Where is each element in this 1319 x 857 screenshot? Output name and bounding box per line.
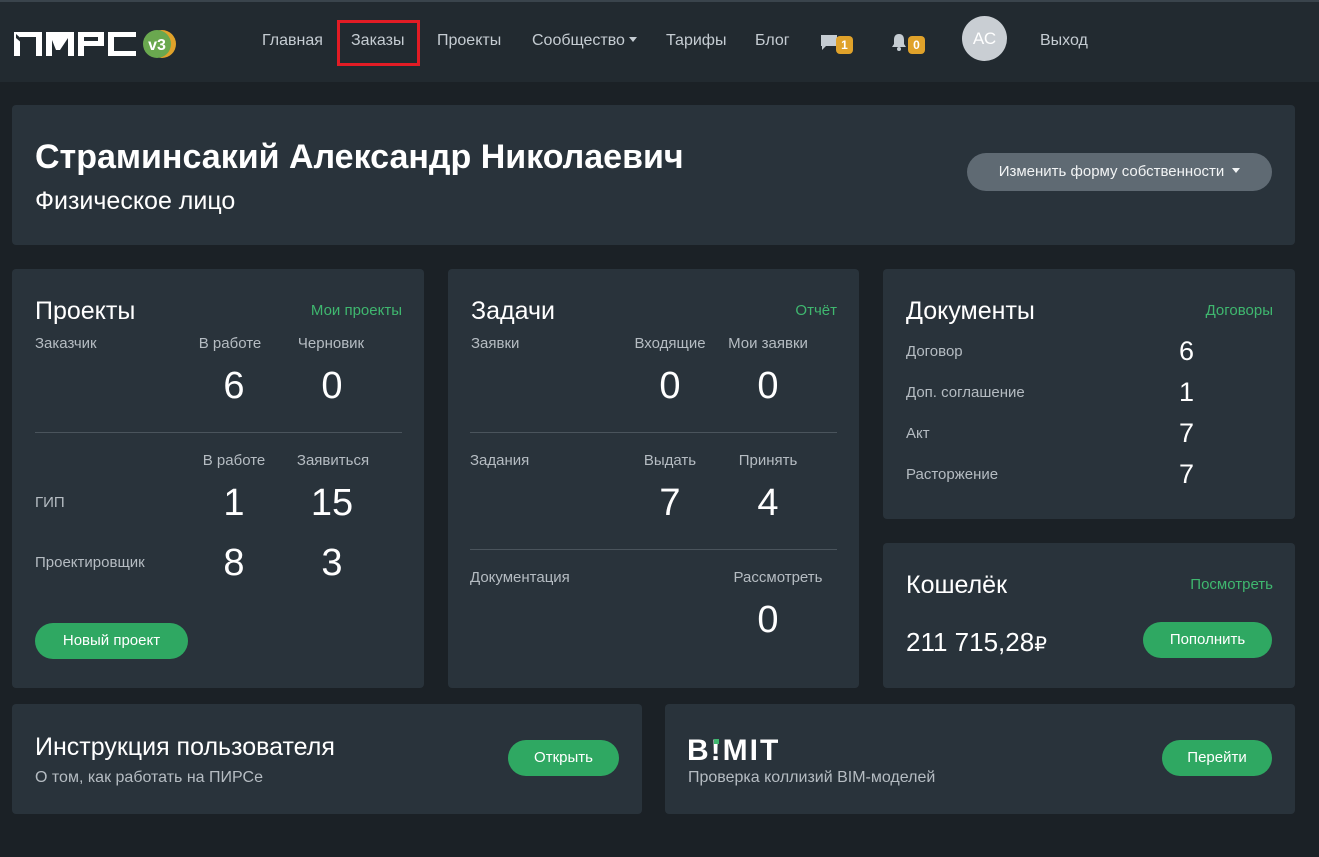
accept-count[interactable]: 4 bbox=[757, 482, 778, 525]
doc-termination-label: Расторжение bbox=[906, 466, 999, 483]
col-issue-label: Выдать bbox=[643, 452, 697, 469]
chevron-down-icon bbox=[628, 36, 637, 42]
report-link[interactable]: Отчёт bbox=[795, 302, 837, 319]
doc-act-count[interactable]: 7 bbox=[1179, 418, 1194, 449]
wallet-amount-value: 211 715,28 bbox=[906, 627, 1035, 657]
customer-label: Заказчик bbox=[35, 335, 97, 352]
bimit-logo: B!MIT bbox=[687, 735, 780, 763]
documentation-label: Документация bbox=[470, 569, 570, 586]
col-in-work-label: В работе bbox=[198, 335, 262, 352]
bimit-card: B!MIT Проверка коллизий BIM-моделей Пере… bbox=[665, 704, 1295, 814]
wallet-title: Кошелёк bbox=[906, 571, 1008, 599]
divider bbox=[470, 432, 837, 433]
gip-label: ГИП bbox=[35, 494, 65, 511]
tasks-card: Задачи Отчёт Заявки Входящие Мои заявки … bbox=[448, 269, 859, 688]
doc-act-label: Акт bbox=[906, 425, 930, 442]
bimit-go-button[interactable]: Перейти bbox=[1162, 740, 1272, 776]
divider bbox=[470, 549, 837, 550]
instruction-card: Инструкция пользователя О том, как работ… bbox=[12, 704, 642, 814]
col-accept-label: Принять bbox=[738, 452, 798, 469]
review-count[interactable]: 0 bbox=[757, 599, 778, 642]
nav-logout[interactable]: Выход bbox=[1040, 32, 1088, 50]
designer-apply-count[interactable]: 3 bbox=[321, 542, 342, 585]
instruction-subtitle: О том, как работать на ПИРСе bbox=[35, 769, 263, 786]
gip-in-work-count[interactable]: 1 bbox=[223, 482, 244, 525]
bimit-logo-text: B!MIT bbox=[687, 735, 780, 763]
ruble-sign: ₽ bbox=[1034, 634, 1047, 656]
wallet-view-link[interactable]: Посмотреть bbox=[1190, 576, 1273, 593]
customer-in-work-count[interactable]: 6 bbox=[223, 365, 244, 408]
change-ownership-button[interactable]: Изменить форму собственности bbox=[967, 153, 1272, 191]
assignments-label: Задания bbox=[470, 452, 530, 469]
doc-termination-count[interactable]: 7 bbox=[1179, 459, 1194, 490]
documents-title: Документы bbox=[906, 297, 1035, 325]
my-projects-link[interactable]: Мои проекты bbox=[311, 302, 402, 319]
contracts-link[interactable]: Договоры bbox=[1206, 302, 1273, 319]
nav-community-dropdown[interactable]: Сообщество bbox=[532, 32, 637, 50]
issue-count[interactable]: 7 bbox=[659, 482, 680, 525]
col-my-requests-label: Мои заявки bbox=[728, 335, 808, 352]
bimit-subtitle: Проверка коллизий BIM-моделей bbox=[688, 769, 936, 786]
messages-badge: 1 bbox=[836, 36, 853, 54]
designer-in-work-count[interactable]: 8 bbox=[223, 542, 244, 585]
col-in-work-label-2: В работе bbox=[202, 452, 266, 469]
designer-label: Проектировщик bbox=[35, 554, 145, 571]
doc-supplement-count[interactable]: 1 bbox=[1179, 377, 1194, 408]
documents-card: Документы Договоры Договор 6 Доп. соглаш… bbox=[883, 269, 1295, 519]
wallet-balance: 211 715,28₽ bbox=[906, 627, 1047, 658]
user-full-name: Страминсакий Александр Николаевич bbox=[35, 138, 684, 176]
nav-home[interactable]: Главная bbox=[262, 32, 323, 50]
new-project-button[interactable]: Новый проект bbox=[35, 623, 188, 659]
chevron-down-icon bbox=[1232, 168, 1241, 174]
doc-contract-label: Договор bbox=[906, 343, 963, 360]
gip-apply-count[interactable]: 15 bbox=[311, 482, 353, 525]
nav-community-label: Сообщество bbox=[532, 32, 625, 49]
doc-contract-count[interactable]: 6 bbox=[1179, 336, 1194, 367]
customer-draft-count[interactable]: 0 bbox=[321, 365, 342, 408]
nav-tariffs[interactable]: Тарифы bbox=[666, 32, 726, 50]
profile-header-card: Страминсакий Александр Николаевич Физиче… bbox=[12, 105, 1295, 245]
bell-icon[interactable] bbox=[890, 33, 908, 51]
topup-button[interactable]: Пополнить bbox=[1143, 622, 1272, 658]
incoming-count[interactable]: 0 bbox=[659, 365, 680, 408]
open-instruction-button[interactable]: Открыть bbox=[508, 740, 619, 776]
wallet-card: Кошелёк Посмотреть 211 715,28₽ Пополнить bbox=[883, 543, 1295, 688]
nav-blog[interactable]: Блог bbox=[755, 32, 790, 50]
tasks-title: Задачи bbox=[471, 297, 555, 325]
requests-label: Заявки bbox=[471, 335, 520, 352]
notifications-badge: 0 bbox=[908, 36, 925, 54]
col-apply-label: Заявиться bbox=[296, 452, 370, 469]
nav-projects[interactable]: Проекты bbox=[437, 32, 501, 50]
col-review-label: Рассмотреть bbox=[733, 569, 823, 586]
my-requests-count[interactable]: 0 bbox=[757, 365, 778, 408]
instruction-title: Инструкция пользователя bbox=[35, 733, 335, 761]
col-draft-label: Черновик bbox=[297, 335, 365, 352]
nav-orders[interactable]: Заказы bbox=[351, 32, 404, 50]
col-incoming-label: Входящие bbox=[634, 335, 706, 352]
projects-card: Проекты Мои проекты Заказчик В работе Че… bbox=[12, 269, 424, 688]
avatar[interactable]: АС bbox=[962, 16, 1007, 61]
top-navbar: v3 Главная Заказы Проекты Сообщество Тар… bbox=[0, 0, 1319, 82]
doc-supplement-label: Доп. соглашение bbox=[906, 384, 1025, 401]
change-ownership-label: Изменить форму собственности bbox=[998, 163, 1225, 180]
divider bbox=[35, 432, 402, 433]
projects-title: Проекты bbox=[35, 297, 136, 325]
logo-version: v3 bbox=[148, 37, 166, 54]
entity-type: Физическое лицо bbox=[35, 187, 236, 215]
pirs-logo[interactable]: v3 bbox=[12, 26, 182, 62]
